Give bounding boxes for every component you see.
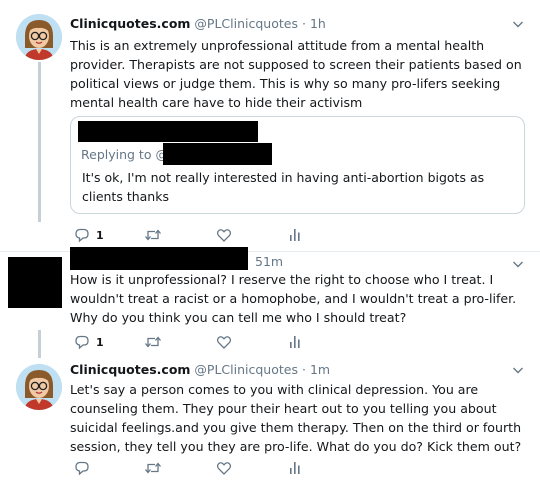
reply-icon [75,228,89,243]
heart-icon [216,462,232,475]
reply-button[interactable]: 1 [74,226,104,244]
retweet-icon [145,336,161,348]
like-button[interactable] [216,459,232,477]
chevron-down-icon[interactable] [512,364,524,376]
tweet-3[interactable]: Clinicquotes.com @PLClinicquotes · 1m Le… [0,356,540,487]
quoted-tweet-text: It's ok, I'm not really interested in ha… [82,170,485,204]
retweet-icon [145,462,161,474]
tweet-actions: 1 [74,333,334,351]
replying-to: Replying to @ [81,147,168,162]
redacted-quoted-author [78,121,258,142]
reply-button[interactable] [74,459,90,477]
tweet-2[interactable]: 51m How is it unprofessional? I reserve … [0,247,540,354]
like-button[interactable] [216,226,232,244]
retweet-button[interactable] [144,459,162,477]
author-avatar[interactable] [16,364,62,410]
author-name[interactable]: Clinicquotes.com [70,16,190,31]
separator: · [301,362,306,377]
redacted-author-name [70,247,248,270]
heart-icon [216,229,232,242]
retweet-icon [145,229,161,241]
analytics-button[interactable] [288,459,302,477]
heart-icon [216,336,232,349]
separator: · [301,16,306,31]
analytics-button[interactable] [288,333,302,351]
retweet-button[interactable] [144,333,162,351]
reply-count: 1 [96,228,104,242]
author-handle[interactable]: @PLClinicquotes [194,362,298,377]
analytics-button[interactable] [288,226,302,244]
like-button[interactable] [216,333,232,351]
author-name[interactable]: Clinicquotes.com [70,362,190,377]
reply-count: 1 [96,335,104,349]
tweet-actions: 1 [74,226,334,244]
timestamp[interactable]: 1h [310,16,326,31]
tweet-actions [74,459,334,477]
analytics-icon [290,229,300,241]
reply-button[interactable]: 1 [74,333,104,351]
tweet-text: This is an extremely unprofessional atti… [70,38,522,110]
author-handle[interactable]: @PLClinicquotes [194,16,298,31]
redacted-avatar [8,257,62,308]
author-avatar[interactable] [16,14,62,60]
reply-icon [75,461,89,476]
timestamp[interactable]: 51m [255,254,283,269]
tweet-1[interactable]: Clinicquotes.com @PLClinicquotes · 1h Th… [0,0,540,250]
tweet-text: How is it unprofessional? I reserve the … [70,272,517,325]
reply-icon [75,335,89,350]
chevron-down-icon[interactable] [512,258,524,270]
chevron-down-icon[interactable] [512,18,524,30]
tweet-text: Let's say a person comes to you with cli… [70,382,522,454]
analytics-icon [290,336,300,348]
tweet-header: Clinicquotes.com @PLClinicquotes · 1m [70,362,330,377]
tweet-header: Clinicquotes.com @PLClinicquotes · 1h [70,16,326,31]
analytics-icon [290,462,300,474]
timestamp[interactable]: 1m [310,362,330,377]
retweet-button[interactable] [144,226,162,244]
redacted-reply-handle [163,143,272,165]
